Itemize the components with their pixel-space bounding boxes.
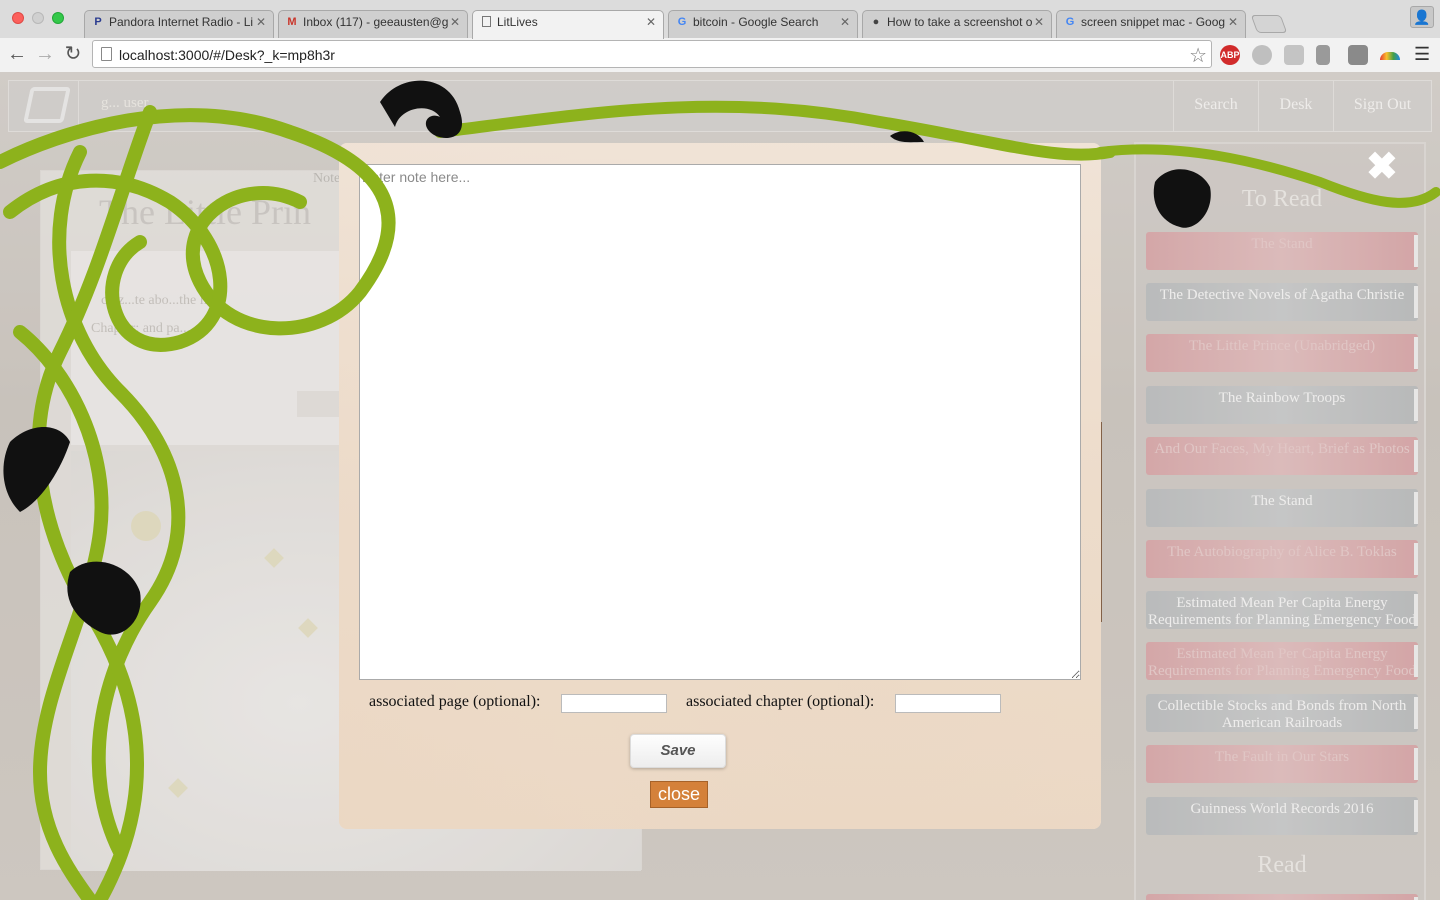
google-icon: G	[1065, 16, 1075, 28]
forward-icon[interactable]: →	[34, 42, 56, 66]
add-note-modal: associated page (optional): associated c…	[339, 143, 1101, 829]
close-button[interactable]: close	[650, 781, 708, 808]
extension-icon[interactable]	[1316, 45, 1330, 65]
close-tab-icon[interactable]: ✕	[450, 15, 460, 29]
maximize-window-button[interactable]	[52, 12, 64, 24]
browser-menu-icon[interactable]: ☰	[1414, 44, 1430, 65]
pandora-icon: P	[94, 16, 102, 28]
tab-label: Pandora Internet Radio - Li	[109, 15, 254, 29]
url-text[interactable]: localhost:3000/#/Desk?_k=mp8h3r	[119, 47, 335, 63]
tab-strip: P Pandora Internet Radio - Li ✕ M Inbox …	[0, 0, 1440, 39]
tab-label: Inbox (117) - geeausten@g	[303, 15, 449, 29]
adblock-icon[interactable]: ABP	[1220, 45, 1240, 65]
reload-icon[interactable]: ↻	[62, 42, 84, 66]
chapter-field-label: associated chapter (optional):	[686, 693, 875, 710]
google-icon: G	[677, 16, 687, 28]
save-button[interactable]: Save	[630, 734, 726, 768]
browser-tab[interactable]: G bitcoin - Google Search ✕	[668, 10, 858, 38]
close-window-button[interactable]	[12, 12, 24, 24]
close-tab-icon[interactable]: ✕	[256, 15, 266, 29]
tab-label: How to take a screenshot o	[887, 15, 1033, 29]
extension-icon[interactable]	[1380, 52, 1400, 60]
page-icon	[101, 47, 112, 61]
close-icon[interactable]: ✖	[1366, 144, 1398, 189]
extension-icon[interactable]	[1348, 45, 1368, 65]
page-icon	[480, 16, 492, 29]
profile-icon[interactable]: 👤	[1410, 6, 1434, 28]
page-input[interactable]	[561, 694, 667, 713]
close-tab-icon[interactable]: ✕	[1228, 15, 1238, 29]
address-bar[interactable]: localhost:3000/#/Desk?_k=mp8h3r ☆	[92, 40, 1212, 68]
extension-icon[interactable]	[1252, 45, 1272, 65]
page-content: g... user Search Desk Sign Out Note The …	[0, 72, 1440, 900]
browser-tab[interactable]: ● How to take a screenshot o ✕	[862, 10, 1052, 38]
browser-tab[interactable]: M Inbox (117) - geeausten@g ✕	[278, 10, 468, 38]
browser-tab[interactable]: P Pandora Internet Radio - Li ✕	[84, 10, 274, 38]
close-tab-icon[interactable]: ✕	[1034, 15, 1044, 29]
browser-tab-active[interactable]: LitLives ✕	[472, 10, 664, 39]
new-tab-button[interactable]	[1250, 15, 1288, 33]
gmail-icon: M	[287, 16, 297, 28]
apple-icon: ●	[872, 16, 880, 28]
tab-label: screen snippet mac - Goog	[1081, 15, 1226, 29]
tab-label: LitLives	[497, 15, 538, 29]
chapter-input[interactable]	[895, 694, 1001, 713]
close-tab-icon[interactable]: ✕	[646, 15, 656, 29]
back-icon[interactable]: ←	[6, 42, 28, 66]
note-textarea[interactable]	[359, 164, 1081, 680]
extension-icon[interactable]	[1284, 45, 1304, 65]
bookmark-star-icon[interactable]: ☆	[1189, 43, 1207, 68]
tab-label: bitcoin - Google Search	[693, 15, 819, 29]
minimize-window-button[interactable]	[32, 12, 44, 24]
browser-chrome: P Pandora Internet Radio - Li ✕ M Inbox …	[0, 0, 1440, 72]
browser-toolbar: ← → ↻ localhost:3000/#/Desk?_k=mp8h3r ☆ …	[0, 38, 1440, 72]
close-tab-icon[interactable]: ✕	[840, 15, 850, 29]
browser-tab[interactable]: G screen snippet mac - Goog ✕	[1056, 10, 1246, 38]
page-field-label: associated page (optional):	[369, 693, 541, 710]
